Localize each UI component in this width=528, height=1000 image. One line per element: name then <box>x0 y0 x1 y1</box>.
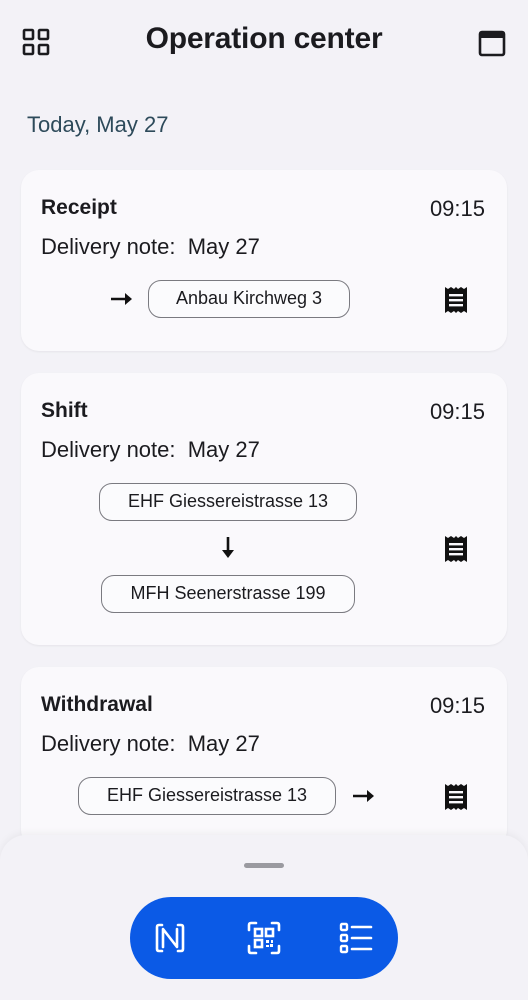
operation-type: Receipt <box>41 196 117 219</box>
operation-card-shift[interactable]: Shift 09:15 Delivery note: May 27 EHF Gi… <box>21 373 507 645</box>
delivery-note: Delivery note: May 27 <box>41 731 260 756</box>
location-chip-from[interactable]: EHF Giessereistrasse 13 <box>99 483 357 521</box>
operation-card-withdrawal[interactable]: Withdrawal 09:15 Delivery note: May 27 E… <box>21 667 507 848</box>
bottom-sheet <box>0 835 528 1000</box>
delivery-note: Delivery note: May 27 <box>41 437 260 462</box>
app-bar: Operation center <box>0 0 528 84</box>
date-heading: Today, May 27 <box>27 112 169 137</box>
arrow-down-icon <box>222 537 234 558</box>
operation-type: Shift <box>41 399 88 422</box>
operation-time: 09:15 <box>429 196 485 221</box>
arrow-right-icon <box>353 790 374 802</box>
location-chip-to[interactable]: Anbau Kirchweg 3 <box>148 280 350 318</box>
operation-time: 09:15 <box>429 693 485 718</box>
location-chip-from[interactable]: EHF Giessereistrasse 13 <box>78 777 336 815</box>
delivery-note: Delivery note: May 27 <box>41 234 260 259</box>
qr-scan-icon[interactable] <box>246 920 282 956</box>
arrow-right-icon <box>111 293 132 305</box>
page-title: Operation center <box>145 22 383 55</box>
drag-handle[interactable] <box>244 863 284 868</box>
location-chip-to[interactable]: MFH Seenerstrasse 199 <box>101 575 355 613</box>
nfc-icon[interactable] <box>152 920 188 956</box>
operation-card-receipt[interactable]: Receipt 09:15 Delivery note: May 27 Anba… <box>21 170 507 351</box>
operation-type: Withdrawal <box>41 693 153 716</box>
receipt-icon[interactable] <box>443 286 469 314</box>
calendar-icon[interactable] <box>476 26 508 58</box>
action-pill <box>130 897 398 979</box>
operation-time: 09:15 <box>429 399 485 424</box>
receipt-icon[interactable] <box>443 535 469 563</box>
list-icon[interactable] <box>338 920 374 956</box>
receipt-icon[interactable] <box>443 783 469 811</box>
